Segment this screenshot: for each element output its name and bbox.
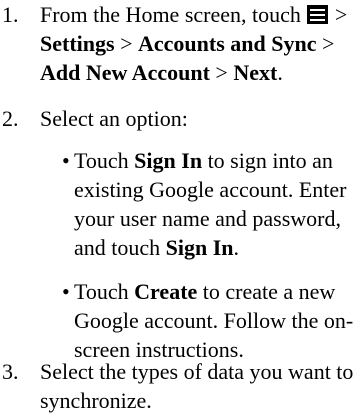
step-text: From the Home screen, touch > Settings >… bbox=[40, 0, 360, 87]
settings-label: Settings bbox=[40, 31, 115, 56]
separator: > bbox=[114, 31, 138, 56]
step-1: 1. From the Home screen, touch > Setting… bbox=[0, 0, 363, 90]
create-label: Create bbox=[134, 279, 198, 304]
step-number: 1. bbox=[2, 2, 19, 27]
step-text: Select an option: bbox=[40, 106, 188, 131]
step-2: 2. Select an option: bbox=[0, 104, 363, 134]
bullet-item: • Touch Create to create a new Google ac… bbox=[0, 277, 353, 367]
bullet-mark: • bbox=[62, 279, 70, 304]
step-text: Select the types of data you want to syn… bbox=[40, 359, 354, 413]
separator: > bbox=[209, 60, 234, 85]
separator: > bbox=[316, 31, 335, 56]
period: . bbox=[277, 60, 283, 85]
bullet-lead: Touch bbox=[74, 279, 135, 304]
period: . bbox=[233, 235, 240, 260]
bullet-text: Touch Sign In to sign into an existing G… bbox=[74, 146, 361, 262]
accounts-sync-label: Accounts and Sync bbox=[137, 31, 317, 56]
bullet-item: • Touch Sign In to sign into an existing… bbox=[0, 146, 346, 264]
bullet-text: Touch Create to create a new Google acco… bbox=[74, 277, 361, 364]
sign-in-label: Sign In bbox=[134, 148, 203, 173]
next-label: Next bbox=[233, 60, 278, 85]
menu-icon bbox=[307, 5, 329, 24]
step-number: 3. bbox=[2, 359, 19, 384]
step-1-intro: From the Home screen, touch bbox=[40, 2, 301, 27]
bullet-lead: Touch bbox=[74, 148, 135, 173]
add-account-label: Add New Account bbox=[40, 60, 210, 85]
bullet-mark: • bbox=[62, 148, 70, 173]
step-number: 2. bbox=[2, 106, 19, 131]
separator: > bbox=[329, 2, 348, 27]
step-3: 3. Select the types of data you want to … bbox=[0, 357, 363, 417]
sign-in-label: Sign In bbox=[165, 235, 234, 260]
